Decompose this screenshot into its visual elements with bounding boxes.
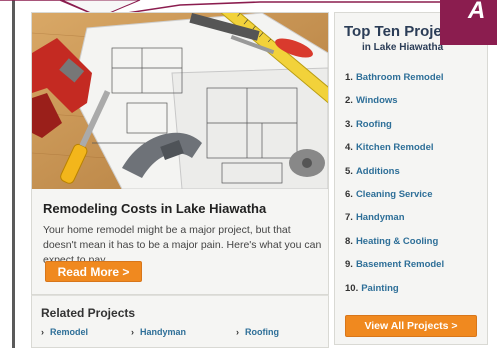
top-ten-subtitle: in Lake Hiawatha bbox=[362, 42, 444, 53]
chevron-right-icon: › bbox=[131, 327, 134, 337]
list-item[interactable]: 1. Bathroom Remodel bbox=[345, 72, 444, 95]
list-item[interactable]: 5. Additions bbox=[345, 166, 444, 189]
blueprint-tools-illustration bbox=[32, 13, 328, 189]
list-item[interactable]: 6. Cleaning Service bbox=[345, 189, 444, 212]
chevron-right-icon: › bbox=[41, 327, 44, 337]
related-projects-title: Related Projects bbox=[41, 306, 136, 320]
related-link-handyman[interactable]: › Handyman bbox=[131, 327, 186, 337]
list-item[interactable]: 8. Heating & Cooling bbox=[345, 236, 444, 259]
article-card: Remodeling Costs in Lake Hiawatha Your h… bbox=[31, 12, 329, 295]
view-all-projects-button[interactable]: View All Projects > bbox=[345, 315, 477, 337]
list-item[interactable]: 4. Kitchen Remodel bbox=[345, 142, 444, 165]
top-ten-panel: Top Ten Proje in Lake Hiawatha 1. Bathroo… bbox=[334, 12, 488, 345]
related-link-roofing[interactable]: › Roofing bbox=[236, 327, 279, 337]
corner-badge-text: A bbox=[468, 0, 486, 24]
corner-badge: A bbox=[440, 0, 497, 45]
list-item[interactable]: 7. Handyman bbox=[345, 212, 444, 235]
related-projects: Related Projects › Remodel › Handyman › Roo… bbox=[31, 295, 329, 348]
left-border bbox=[12, 0, 15, 348]
list-item[interactable]: 3. Roofing bbox=[345, 119, 444, 142]
article-title[interactable]: Remodeling Costs in Lake Hiawatha bbox=[43, 201, 266, 216]
related-link-remodel[interactable]: › Remodel bbox=[41, 327, 88, 337]
hero-image[interactable] bbox=[32, 13, 328, 189]
read-more-button[interactable]: Read More > bbox=[45, 261, 142, 282]
top-ten-list: 1. Bathroom Remodel 2. Windows 3. Roofing 4… bbox=[345, 72, 444, 306]
list-item[interactable]: 2. Windows bbox=[345, 95, 444, 118]
list-item[interactable]: 10. Painting bbox=[345, 283, 444, 306]
chevron-right-icon: › bbox=[236, 327, 239, 337]
top-ten-title: Top Ten Proje bbox=[344, 23, 442, 40]
list-item[interactable]: 9. Basement Remodel bbox=[345, 259, 444, 282]
